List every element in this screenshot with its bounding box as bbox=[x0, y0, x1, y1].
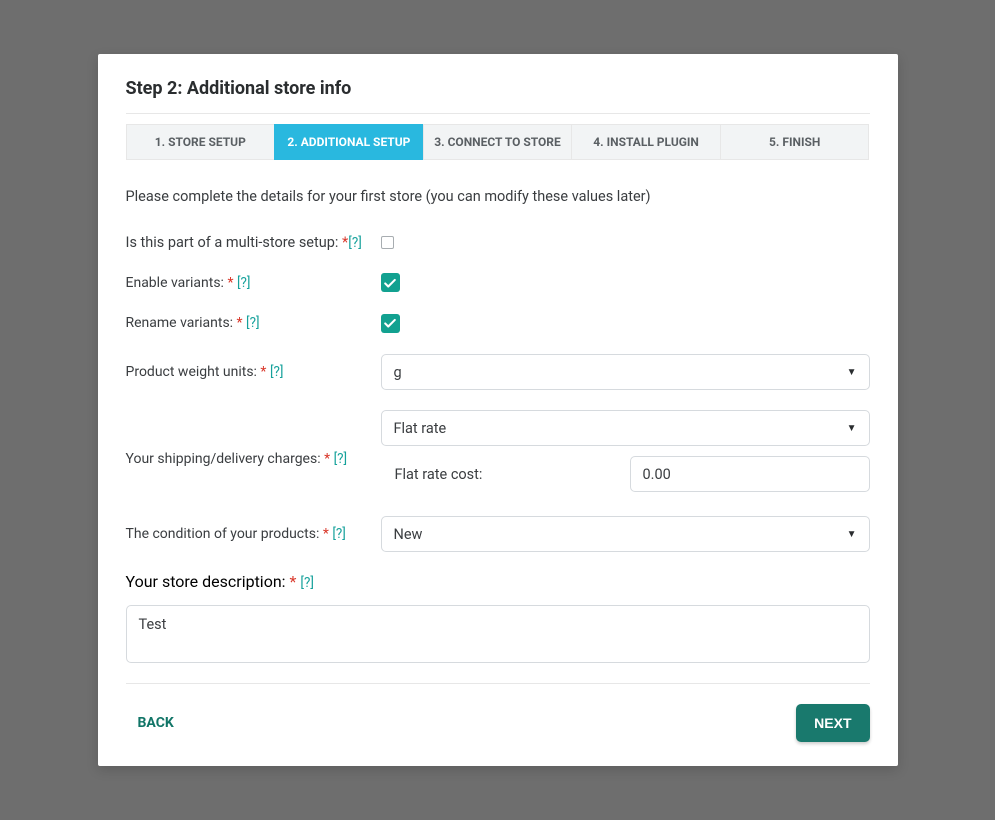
label-multistore: Is this part of a multi-store setup: *[?… bbox=[126, 233, 381, 253]
row-enable-variants: Enable variants: * [?] bbox=[126, 273, 870, 294]
label-weight-units: Product weight units: * [?] bbox=[126, 363, 381, 383]
row-weight-units: Product weight units: * [?] g ▼ bbox=[126, 354, 870, 390]
row-rename-variants: Rename variants: * [?] bbox=[126, 314, 870, 335]
intro-text: Please complete the details for your fir… bbox=[126, 188, 870, 205]
help-icon[interactable]: [?] bbox=[246, 315, 260, 331]
condition-value: New bbox=[394, 526, 423, 543]
row-condition: The condition of your products: * [?] Ne… bbox=[126, 516, 870, 552]
wizard-tabs: 1. STORE SETUP 2. ADDITIONAL SETUP 3. CO… bbox=[126, 124, 870, 160]
chevron-down-icon: ▼ bbox=[847, 423, 857, 434]
tab-additional-setup[interactable]: 2. ADDITIONAL SETUP bbox=[274, 124, 423, 160]
help-icon[interactable]: [?] bbox=[300, 575, 314, 591]
label-rename-variants: Rename variants: * [?] bbox=[126, 314, 381, 334]
row-shipping: Your shipping/delivery charges: * [?] Fl… bbox=[126, 410, 870, 492]
help-icon[interactable]: [?] bbox=[334, 451, 348, 467]
enable-variants-checkbox[interactable] bbox=[381, 273, 400, 292]
help-icon[interactable]: [?] bbox=[270, 364, 284, 380]
weight-units-value: g bbox=[394, 364, 402, 381]
back-button[interactable]: BACK bbox=[126, 709, 186, 737]
check-icon bbox=[383, 316, 397, 330]
condition-select[interactable]: New ▼ bbox=[381, 516, 870, 552]
help-icon[interactable]: [?] bbox=[332, 526, 346, 542]
flat-rate-cost-input[interactable] bbox=[630, 456, 870, 492]
label-condition: The condition of your products: * [?] bbox=[126, 525, 381, 545]
description-textarea[interactable] bbox=[126, 605, 870, 663]
tab-install-plugin[interactable]: 4. INSTALL PLUGIN bbox=[571, 124, 720, 160]
shipping-type-select[interactable]: Flat rate ▼ bbox=[381, 410, 870, 446]
label-enable-variants: Enable variants: * [?] bbox=[126, 274, 381, 294]
chevron-down-icon: ▼ bbox=[847, 367, 857, 378]
multistore-checkbox[interactable] bbox=[381, 236, 394, 249]
label-flat-rate-cost: Flat rate cost: bbox=[381, 466, 618, 483]
check-icon bbox=[383, 276, 397, 290]
tab-finish[interactable]: 5. FINISH bbox=[720, 124, 870, 160]
chevron-down-icon: ▼ bbox=[847, 529, 857, 540]
help-icon[interactable]: [?] bbox=[348, 235, 362, 251]
wizard-card: Step 2: Additional store info 1. STORE S… bbox=[98, 54, 898, 766]
rename-variants-checkbox[interactable] bbox=[381, 314, 400, 333]
label-shipping: Your shipping/delivery charges: * [?] bbox=[126, 410, 381, 470]
wizard-footer: BACK NEXT bbox=[126, 683, 870, 742]
row-multistore: Is this part of a multi-store setup: *[?… bbox=[126, 233, 870, 253]
next-button[interactable]: NEXT bbox=[796, 704, 869, 742]
row-description: Your store description: * [?] bbox=[126, 572, 870, 663]
tab-store-setup[interactable]: 1. STORE SETUP bbox=[126, 124, 275, 160]
page-title: Step 2: Additional store info bbox=[126, 78, 870, 114]
help-icon[interactable]: [?] bbox=[237, 275, 251, 291]
label-description: Your store description: * [?] bbox=[126, 572, 870, 591]
tab-connect-to-store[interactable]: 3. CONNECT TO STORE bbox=[423, 124, 572, 160]
shipping-type-value: Flat rate bbox=[394, 420, 447, 437]
weight-units-select[interactable]: g ▼ bbox=[381, 354, 870, 390]
